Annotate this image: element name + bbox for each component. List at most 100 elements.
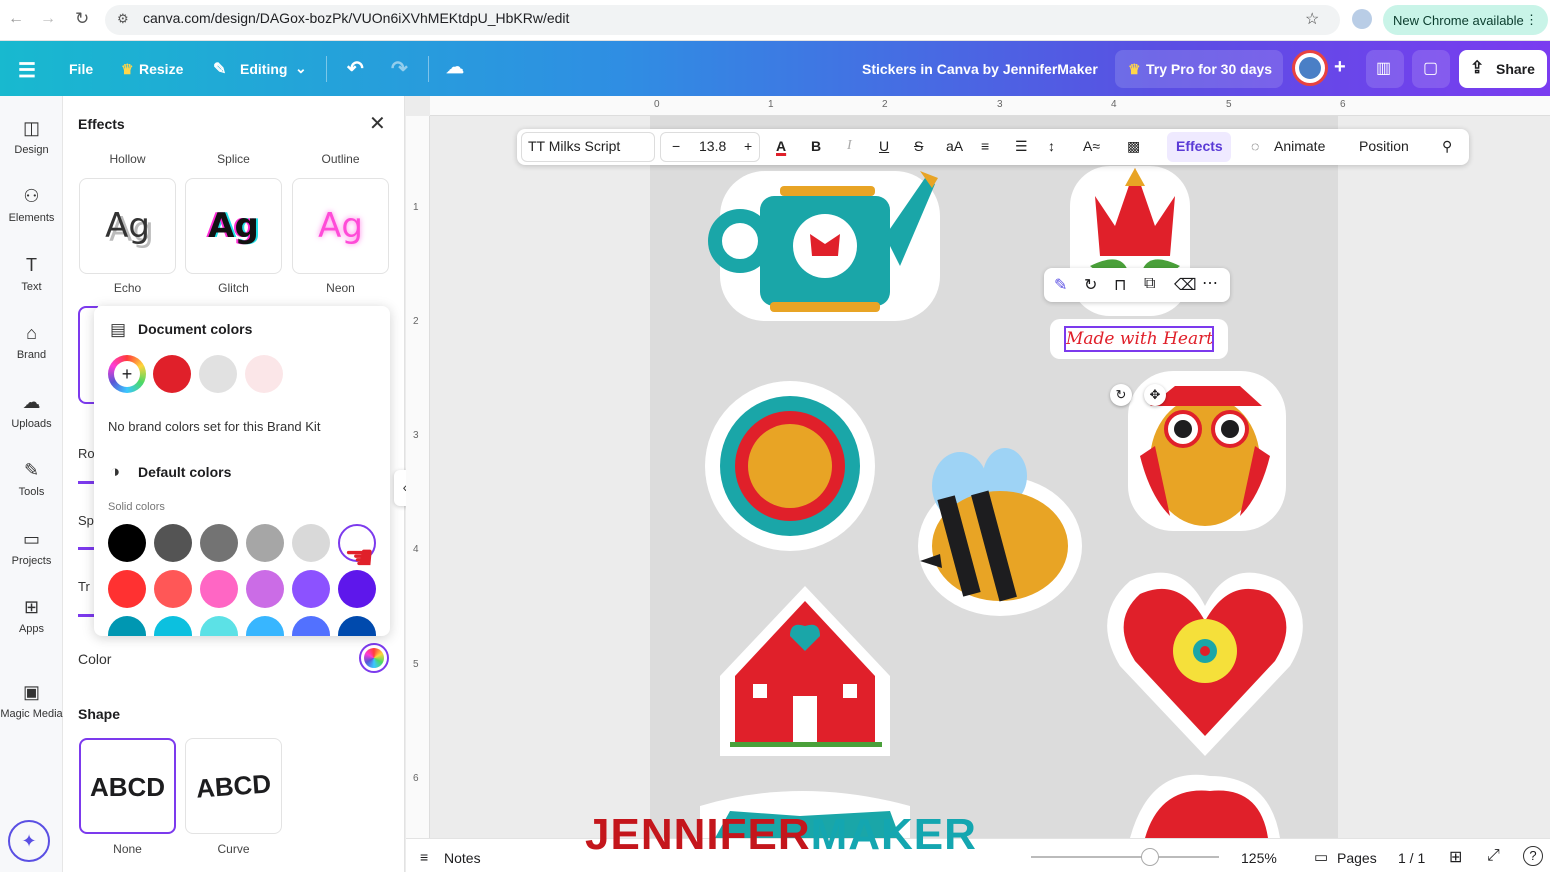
animate-button[interactable]: Animate — [1274, 138, 1325, 154]
move-handle-icon[interactable]: ✥ — [1144, 384, 1166, 406]
color-swatch[interactable] — [338, 616, 376, 636]
color-picker-button[interactable] — [359, 643, 389, 673]
letter-case-icon[interactable]: aA — [946, 138, 963, 154]
rail-item-magic-media[interactable]: ▣ Magic Media — [0, 682, 63, 720]
notes-icon[interactable]: ≡ — [420, 849, 428, 865]
rail-item-projects[interactable]: ▭ Projects — [0, 529, 63, 567]
pages-icon[interactable]: ▭ — [1314, 848, 1328, 866]
underline-icon[interactable]: U — [879, 138, 889, 154]
increase-size-button[interactable]: + — [744, 138, 752, 154]
color-swatch[interactable] — [246, 616, 284, 636]
pages-button[interactable]: Pages — [1337, 850, 1377, 866]
format-painter-icon[interactable]: ⚲ — [1442, 138, 1452, 155]
mandala-flower-sticker[interactable] — [705, 381, 875, 551]
rail-item-brand[interactable]: ⌂ Brand — [0, 323, 63, 361]
roundness-slider[interactable] — [78, 481, 94, 484]
zoom-level[interactable]: 125% — [1241, 850, 1277, 866]
color-swatch[interactable] — [154, 570, 192, 608]
magic-assistant-icon[interactable]: ✦ — [8, 820, 50, 862]
help-icon[interactable]: ? — [1523, 846, 1543, 866]
color-swatch[interactable] — [108, 616, 146, 636]
doc-color-swatch[interactable] — [245, 355, 283, 393]
undo-icon[interactable]: ↶ — [347, 56, 364, 81]
transparency-slider[interactable] — [78, 614, 94, 617]
color-swatch[interactable] — [108, 524, 146, 562]
design-title[interactable]: Stickers in Canva by JenniferMaker — [862, 61, 1098, 77]
spacing-icon[interactable]: ↕ — [1048, 138, 1055, 154]
fullscreen-icon[interactable]: ⤢ — [1487, 847, 1500, 865]
duplicate-icon[interactable]: ⧉ — [1144, 275, 1155, 293]
doc-color-swatch[interactable] — [199, 355, 237, 393]
comments-button[interactable]: ▢ — [1412, 50, 1450, 88]
cloud-saved-icon[interactable]: ☁ — [446, 57, 464, 78]
redo-icon[interactable]: ↷ — [391, 56, 408, 81]
text-style-icon[interactable]: A≈ — [1083, 138, 1100, 154]
bookmark-star-icon[interactable]: ☆ — [1305, 9, 1319, 29]
hamburger-menu-icon[interactable]: ☰ — [18, 58, 36, 83]
font-size-value[interactable]: 13.8 — [699, 138, 726, 154]
design-page[interactable]: Made with Heart ✎ ↻ ⊓ ⧉ ⌫ ⋯ ↻ ✥ — [650, 116, 1338, 838]
color-swatch[interactable] — [292, 524, 330, 562]
transparency-icon[interactable]: ▩ — [1127, 138, 1140, 155]
strikethrough-icon[interactable]: S — [914, 138, 923, 154]
magic-edit-icon[interactable]: ✎ — [1054, 275, 1067, 295]
color-swatch[interactable] — [200, 570, 238, 608]
effect-glitch-card[interactable]: Ag — [185, 178, 282, 274]
color-swatch[interactable] — [200, 524, 238, 562]
site-settings-icon[interactable]: ⚙ — [117, 11, 129, 27]
heart-sticker[interactable] — [1107, 572, 1303, 756]
more-dots-icon[interactable]: ⋯ — [1202, 273, 1218, 293]
list-icon[interactable]: ☰ — [1015, 138, 1028, 155]
color-swatch[interactable] — [154, 616, 192, 636]
add-collaborator-icon[interactable]: + — [1334, 56, 1346, 79]
new-chrome-button[interactable]: New Chrome available ⋮ — [1383, 5, 1548, 35]
share-button[interactable]: ⇪ Share — [1459, 50, 1547, 88]
color-swatch[interactable] — [246, 524, 284, 562]
lock-icon[interactable]: ⊓ — [1114, 275, 1126, 295]
rotate-handle-icon[interactable]: ↻ — [1110, 384, 1132, 406]
color-swatch[interactable] — [292, 570, 330, 608]
color-swatch[interactable] — [200, 616, 238, 636]
effect-echo-card[interactable]: Ag — [79, 178, 176, 274]
color-swatch[interactable] — [154, 524, 192, 562]
forward-icon[interactable]: → — [40, 10, 56, 28]
add-color-button[interactable]: + — [108, 355, 146, 393]
rail-item-design[interactable]: ◫ Design — [0, 118, 63, 156]
zoom-slider[interactable] — [1031, 856, 1219, 858]
house-sticker[interactable] — [720, 586, 890, 756]
bee-sticker[interactable] — [918, 448, 1082, 616]
position-button[interactable]: Position — [1359, 138, 1409, 154]
trash-icon[interactable]: ⌫ — [1174, 275, 1197, 295]
animate-icon[interactable]: ◌ — [1251, 138, 1259, 154]
bold-icon[interactable]: B — [811, 138, 821, 154]
italic-icon[interactable]: I — [847, 138, 852, 154]
reload-icon[interactable]: ↻ — [75, 9, 89, 29]
color-swatch[interactable] — [108, 570, 146, 608]
rail-item-elements[interactable]: ⚇ Elements — [0, 186, 63, 224]
shape-none-card[interactable]: ABCD — [79, 738, 176, 834]
color-swatch[interactable] — [292, 616, 330, 636]
decrease-size-button[interactable]: − — [672, 138, 680, 154]
user-avatar[interactable] — [1292, 50, 1328, 86]
file-menu[interactable]: File — [69, 61, 93, 77]
notes-button[interactable]: Notes — [444, 850, 481, 866]
watering-can-sticker[interactable] — [708, 171, 940, 321]
doc-color-swatch[interactable] — [153, 355, 191, 393]
color-swatch[interactable] — [246, 570, 284, 608]
close-icon[interactable]: ✕ — [369, 111, 386, 136]
zoom-slider-thumb[interactable] — [1141, 848, 1159, 866]
effect-neon-card[interactable]: Ag — [292, 178, 389, 274]
rail-item-text[interactable]: T Text — [0, 255, 63, 293]
spread-slider[interactable] — [78, 547, 94, 550]
insights-button[interactable]: ▥ — [1366, 50, 1404, 88]
rail-item-uploads[interactable]: ☁ Uploads — [0, 392, 63, 430]
comment-add-icon[interactable]: ↻ — [1084, 275, 1097, 295]
rail-item-tools[interactable]: ✎ Tools — [0, 460, 63, 498]
rail-item-apps[interactable]: ⊞ Apps — [0, 597, 63, 635]
profile-avatar[interactable] — [1352, 9, 1372, 29]
shape-curve-card[interactable]: ABCD — [185, 738, 282, 834]
chevron-down-icon[interactable]: ⌄ — [295, 60, 307, 77]
align-center-icon[interactable]: ≡ — [981, 138, 989, 154]
editing-mode-button[interactable]: Editing — [240, 61, 287, 77]
resize-button[interactable]: Resize — [139, 61, 183, 77]
